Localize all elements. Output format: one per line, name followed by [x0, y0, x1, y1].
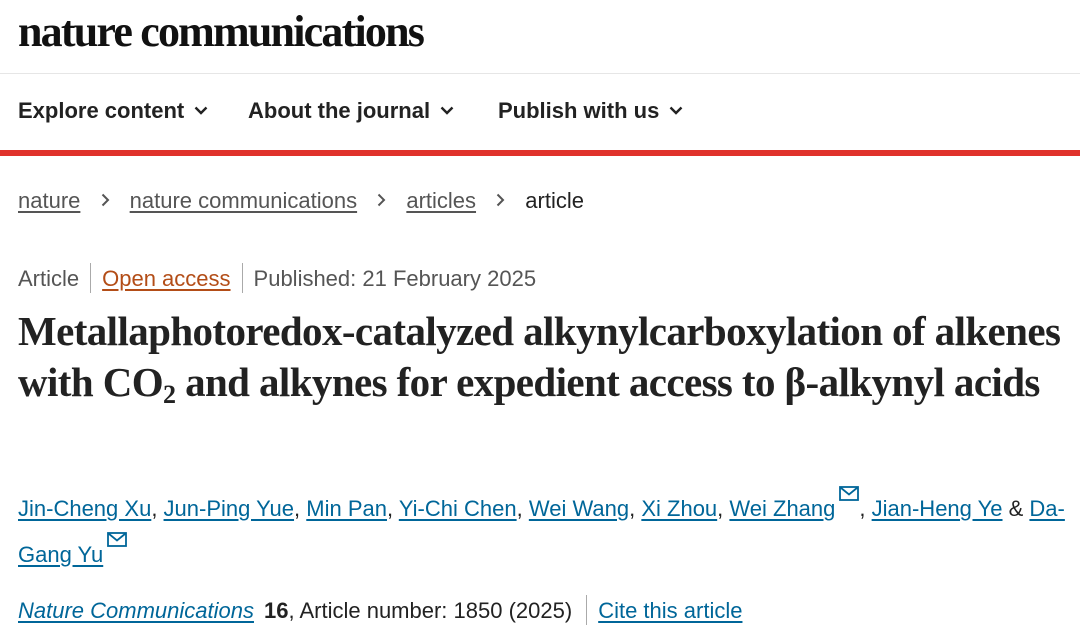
article-title: Metallaphotoredox-catalyzed alkynylcarbo… — [18, 306, 1078, 408]
author-separator: , — [629, 496, 642, 521]
nav-item-label: About the journal — [248, 98, 431, 123]
citation-line: Nature Communications 16, Article number:… — [18, 594, 742, 625]
author-separator: , — [859, 496, 872, 521]
author-list: Jin-Cheng Xu, Jun-Ping Yue, Min Pan, Yi-… — [18, 486, 1068, 578]
breadcrumb-current: article — [525, 188, 584, 213]
author-link[interactable]: Jin-Cheng Xu — [18, 496, 151, 521]
author-separator: , — [151, 496, 164, 521]
nav-publish-with-us[interactable]: Publish with us — [498, 98, 683, 124]
author-link[interactable]: Min Pan — [306, 496, 387, 521]
author-link[interactable]: Wei Wang — [529, 496, 629, 521]
chevron-right-icon — [101, 193, 109, 207]
author-link[interactable]: Jun-Ping Yue — [164, 496, 294, 521]
nav-item-label: Explore content — [18, 98, 185, 123]
meta-divider — [90, 262, 92, 293]
meta-divider — [241, 262, 243, 293]
volume-number: 16 — [263, 598, 289, 623]
article-type: Article — [18, 266, 80, 291]
article-meta: Article Open access Published: 21 February… — [18, 262, 537, 293]
author-link[interactable]: Wei Zhang — [729, 496, 835, 521]
accent-divider — [0, 150, 1080, 156]
journal-logo[interactable]: nature communications — [18, 6, 425, 57]
open-access-link[interactable]: Open access — [102, 266, 230, 291]
site-header: nature communications — [0, 0, 1080, 74]
author-link[interactable]: Jian-Heng Ye — [872, 496, 1003, 521]
title-text-part2: and alkynes for expedient access to β-al… — [175, 359, 1040, 405]
breadcrumb: nature nature communications articles ar… — [18, 188, 584, 214]
nav-item-label: Publish with us — [498, 98, 660, 123]
chevron-right-icon — [378, 193, 386, 207]
cite-divider — [586, 594, 588, 625]
chevron-right-icon — [496, 193, 505, 207]
article-number: , Article number: 1850 (2025) — [288, 598, 573, 623]
mail-icon[interactable] — [107, 532, 128, 548]
author-separator: , — [294, 496, 307, 521]
published-date: Published: 21 February 2025 — [253, 266, 537, 291]
cite-this-article-link[interactable]: Cite this article — [598, 598, 742, 623]
chevron-down-icon — [669, 106, 683, 115]
author-separator: , — [386, 496, 399, 521]
author-separator: & — [1002, 496, 1030, 521]
nav-about-journal[interactable]: About the journal — [248, 98, 454, 124]
breadcrumb-link-nature[interactable]: nature — [18, 188, 80, 213]
breadcrumb-link-nature-communications[interactable]: nature communications — [130, 188, 357, 213]
main-nav: Explore content About the journal Publis… — [0, 74, 1080, 150]
chevron-down-icon — [194, 106, 208, 115]
journal-name-link[interactable]: Nature Communications — [18, 598, 254, 623]
author-separator: , — [717, 496, 730, 521]
mail-icon[interactable] — [839, 486, 860, 502]
title-subscript: 2 — [163, 380, 176, 409]
nav-explore-content[interactable]: Explore content — [18, 98, 208, 124]
author-link[interactable]: Xi Zhou — [641, 496, 717, 521]
author-link[interactable]: Yi-Chi Chen — [399, 496, 517, 521]
breadcrumb-link-articles[interactable]: articles — [406, 188, 476, 213]
author-separator: , — [516, 496, 529, 521]
chevron-down-icon — [440, 106, 454, 115]
